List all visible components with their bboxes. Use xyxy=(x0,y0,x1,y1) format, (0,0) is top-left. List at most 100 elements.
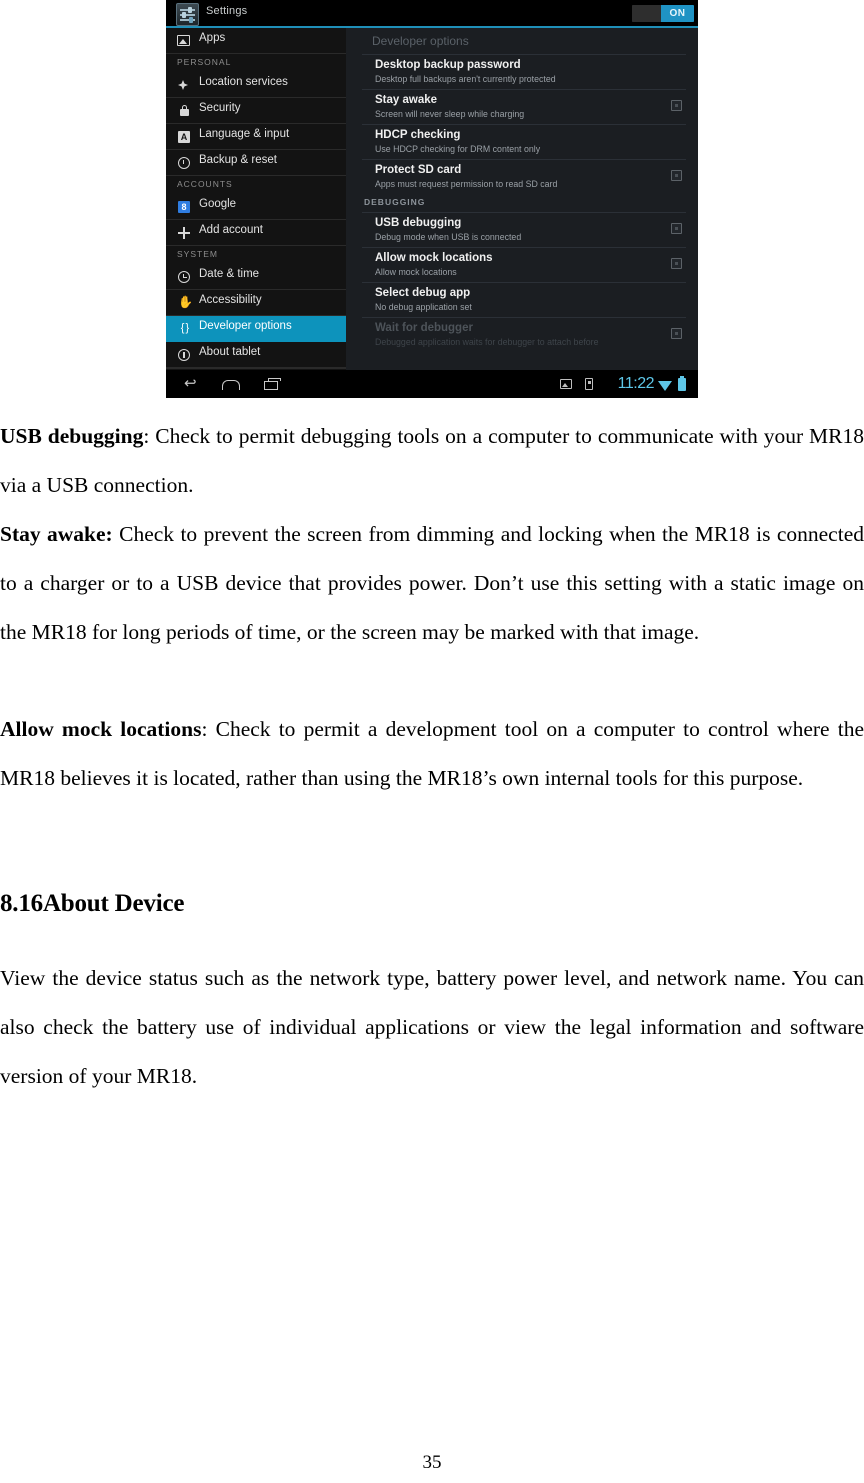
paragraph-about-device: View the device status such as the netwo… xyxy=(0,966,864,1088)
sidebar-item-label: Google xyxy=(199,198,237,210)
option-title: Wait for debugger xyxy=(375,322,473,334)
term-usb-debugging: USB debugging xyxy=(0,424,144,448)
sidebar-item-label: Backup & reset xyxy=(199,154,277,166)
option-title: Allow mock locations xyxy=(375,252,493,264)
developer-braces-icon: { } xyxy=(180,322,189,334)
option-row[interactable]: Desktop backup password Desktop full bac… xyxy=(362,54,686,89)
sidebar-header-accounts: ACCOUNTS xyxy=(166,176,346,194)
paragraph-text: Check to prevent the screen from dimming… xyxy=(0,522,864,644)
info-icon xyxy=(178,349,190,361)
section-header-debugging: DEBUGGING xyxy=(362,194,686,212)
sidebar-header-personal: PERSONAL xyxy=(166,54,346,72)
sidebar-item-label: Location services xyxy=(199,76,288,88)
panel-title-label: Developer options xyxy=(372,34,469,48)
status-clock[interactable]: 11:22 xyxy=(618,375,655,393)
sidebar-item-location-services[interactable]: Location services xyxy=(166,72,346,98)
sidebar-item-label: Date & time xyxy=(199,268,260,280)
sidebar-item-label: Security xyxy=(199,102,241,114)
toggle-on-label: ON xyxy=(669,8,686,19)
sidebar-item-backup-reset[interactable]: Backup & reset xyxy=(166,150,346,176)
option-title: USB debugging xyxy=(375,217,462,229)
sidebar-header-label: PERSONAL xyxy=(177,57,232,67)
option-checkbox[interactable] xyxy=(671,328,682,339)
sidebar-item-label: Accessibility xyxy=(199,294,262,306)
paragraph-usb-debugging: USB debugging: Check to permit debugging… xyxy=(0,412,864,510)
battery-icon xyxy=(678,376,686,391)
sidebar-item-language-input[interactable]: A Language & input xyxy=(166,124,346,150)
back-arrow-icon[interactable]: ↩ xyxy=(184,376,201,391)
section-heading-about-device: 8.16About Device xyxy=(0,890,185,917)
android-settings-screenshot: Settings ON Apps PERSONAL Location servi… xyxy=(166,0,698,398)
option-title: Stay awake xyxy=(375,94,438,106)
sidebar-item-label: Apps xyxy=(199,32,226,44)
usb-storage-icon xyxy=(585,378,593,390)
sidebar-header-system: SYSTEM xyxy=(166,246,346,264)
sidebar-item-date-time[interactable]: Date & time xyxy=(166,264,346,290)
option-subtitle: Screen will never sleep while charging xyxy=(375,109,525,119)
panel-title: Developer options xyxy=(346,28,698,54)
sidebar-header-label: ACCOUNTS xyxy=(177,179,233,189)
option-row[interactable]: Wait for debugger Debugged application w… xyxy=(362,317,686,352)
recent-apps-icon[interactable] xyxy=(264,377,282,391)
page-number: 35 xyxy=(422,1452,442,1473)
android-navigation-bar: ↩ 11:22 xyxy=(166,370,698,398)
accessibility-hand-icon: ✋ xyxy=(178,295,193,309)
sidebar-item-apps[interactable]: Apps xyxy=(166,28,346,54)
sidebar-item-security[interactable]: Security xyxy=(166,98,346,124)
sidebar-item-google[interactable]: 8 Google xyxy=(166,194,346,220)
clock-icon xyxy=(178,271,190,283)
settings-title-bar: Settings ON xyxy=(166,0,698,27)
developer-options-panel: Developer options Desktop backup passwor… xyxy=(346,28,698,370)
settings-sliders-icon xyxy=(176,3,199,26)
paragraph-allow-mock-locations: Allow mock locations: Check to permit a … xyxy=(0,705,864,803)
option-row[interactable]: Stay awake Screen will never sleep while… xyxy=(362,89,686,124)
option-subtitle: Debugged application waits for debugger … xyxy=(375,337,599,347)
sidebar-item-accessibility[interactable]: ✋ Accessibility xyxy=(166,290,346,316)
option-checkbox[interactable] xyxy=(671,100,682,111)
settings-sidebar: Apps PERSONAL Location services Security… xyxy=(166,28,346,383)
option-row[interactable]: Protect SD card Apps must request permis… xyxy=(362,159,686,194)
sidebar-item-label: Add account xyxy=(199,224,263,236)
plus-icon xyxy=(178,227,190,239)
term-stay-awake: Stay awake: xyxy=(0,522,113,546)
option-subtitle: No debug application set xyxy=(375,302,472,312)
location-icon xyxy=(178,80,188,90)
option-subtitle: Allow mock locations xyxy=(375,267,457,277)
sidebar-item-label: Developer options xyxy=(199,320,292,332)
option-row[interactable]: HDCP checking Use HDCP checking for DRM … xyxy=(362,124,686,159)
lock-icon xyxy=(180,105,189,116)
tablet-screen: Settings ON Apps PERSONAL Location servi… xyxy=(166,0,698,398)
toggle-off-track xyxy=(632,5,663,22)
option-title: Desktop backup password xyxy=(375,59,521,71)
term-allow-mock-locations: Allow mock locations xyxy=(0,717,202,741)
sidebar-item-label: Language & input xyxy=(199,128,290,140)
option-row[interactable]: Allow mock locations Allow mock location… xyxy=(362,247,686,282)
option-subtitle: Use HDCP checking for DRM content only xyxy=(375,144,541,154)
sidebar-item-developer-options[interactable]: { } Developer options xyxy=(166,316,346,342)
option-title: Select debug app xyxy=(375,287,471,299)
option-subtitle: Desktop full backups aren't currently pr… xyxy=(375,74,556,84)
app-title: Settings xyxy=(206,5,248,17)
option-subtitle: Debug mode when USB is connected xyxy=(375,232,522,242)
paragraph-stay-awake: Stay awake: Check to prevent the screen … xyxy=(0,510,864,657)
option-row[interactable]: Select debug app No debug application se… xyxy=(362,282,686,317)
language-icon: A xyxy=(178,131,190,143)
option-checkbox[interactable] xyxy=(671,170,682,181)
image-icon xyxy=(560,379,572,389)
option-title: HDCP checking xyxy=(375,129,461,141)
backup-reset-icon xyxy=(178,157,190,169)
developer-options-toggle[interactable]: ON xyxy=(632,5,694,22)
wifi-icon xyxy=(658,381,672,391)
sidebar-item-add-account[interactable]: Add account xyxy=(166,220,346,246)
option-checkbox[interactable] xyxy=(671,223,682,234)
section-header-label: DEBUGGING xyxy=(364,197,426,207)
sidebar-item-about-tablet[interactable]: About tablet xyxy=(166,342,346,368)
google-icon: 8 xyxy=(178,201,190,213)
option-checkbox[interactable] xyxy=(671,258,682,269)
apps-icon xyxy=(177,35,190,46)
option-row[interactable]: USB debugging Debug mode when USB is con… xyxy=(362,212,686,247)
option-title: Protect SD card xyxy=(375,164,462,176)
home-icon[interactable] xyxy=(222,377,240,391)
option-subtitle: Apps must request permission to read SD … xyxy=(375,179,558,189)
sidebar-header-label: SYSTEM xyxy=(177,249,218,259)
